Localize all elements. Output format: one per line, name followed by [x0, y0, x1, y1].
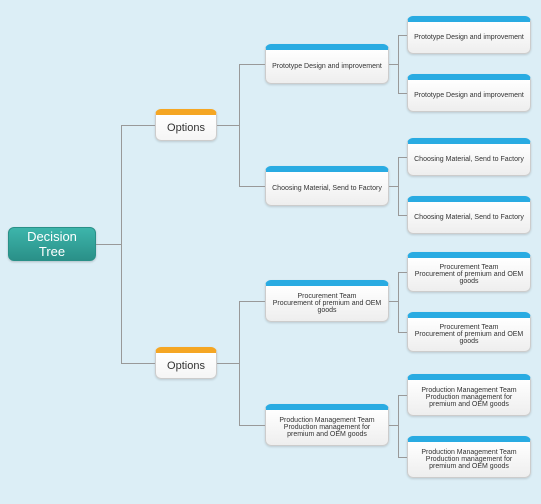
conn: [398, 157, 407, 158]
level3-label-1: Prototype Design and improvement: [414, 92, 524, 99]
root-label: Decision Tree: [13, 229, 91, 259]
conn: [389, 186, 398, 187]
conn: [398, 457, 407, 458]
level3-label-0: Prototype Design and improvement: [414, 34, 524, 41]
conn: [217, 125, 239, 126]
level1-node-0: Options: [155, 109, 217, 141]
conn: [398, 272, 399, 332]
level3-node-4: Procurement Team Procurement of premium …: [407, 252, 531, 292]
conn: [389, 301, 398, 302]
level3-label-6: Production Management Team Production ma…: [412, 387, 526, 408]
conn: [239, 425, 265, 426]
conn: [398, 35, 407, 36]
level2-label-0: Prototype Design and improvement: [272, 63, 382, 70]
level1-node-1: Options: [155, 347, 217, 379]
conn: [398, 272, 407, 273]
root-node: Decision Tree: [8, 227, 96, 261]
conn: [389, 64, 398, 65]
level2-node-2: Procurement Team Procurement of premium …: [265, 280, 389, 322]
conn: [398, 332, 407, 333]
level2-node-1: Choosing Material, Send to Factory: [265, 166, 389, 206]
conn: [121, 125, 122, 363]
conn: [217, 363, 239, 364]
level3-label-5: Procurement Team Procurement of premium …: [412, 324, 526, 345]
level3-node-6: Production Management Team Production ma…: [407, 374, 531, 416]
level2-node-0: Prototype Design and improvement: [265, 44, 389, 84]
conn: [398, 157, 399, 215]
level3-label-4: Procurement Team Procurement of premium …: [412, 264, 526, 285]
conn: [239, 64, 265, 65]
conn: [239, 186, 265, 187]
level1-label-1: Options: [167, 360, 205, 372]
level3-node-3: Choosing Material, Send to Factory: [407, 196, 531, 234]
level3-label-3: Choosing Material, Send to Factory: [414, 214, 524, 221]
level2-label-1: Choosing Material, Send to Factory: [272, 185, 382, 192]
conn: [239, 64, 240, 186]
conn: [239, 301, 265, 302]
conn: [398, 395, 407, 396]
conn: [398, 93, 407, 94]
conn: [239, 301, 240, 425]
conn: [398, 35, 399, 93]
level3-node-7: Production Management Team Production ma…: [407, 436, 531, 478]
level3-node-0: Prototype Design and improvement: [407, 16, 531, 54]
level3-label-2: Choosing Material, Send to Factory: [414, 156, 524, 163]
level3-node-2: Choosing Material, Send to Factory: [407, 138, 531, 176]
level3-label-7: Production Management Team Production ma…: [412, 449, 526, 470]
conn: [398, 395, 399, 457]
conn: [389, 425, 398, 426]
level1-label-0: Options: [167, 122, 205, 134]
conn: [96, 244, 121, 245]
conn: [398, 215, 407, 216]
level3-node-5: Procurement Team Procurement of premium …: [407, 312, 531, 352]
level2-node-3: Production Management Team Production ma…: [265, 404, 389, 446]
level3-node-1: Prototype Design and improvement: [407, 74, 531, 112]
level2-label-2: Procurement Team Procurement of premium …: [270, 293, 384, 314]
conn: [121, 125, 155, 126]
conn: [121, 363, 155, 364]
level2-label-3: Production Management Team Production ma…: [270, 417, 384, 438]
